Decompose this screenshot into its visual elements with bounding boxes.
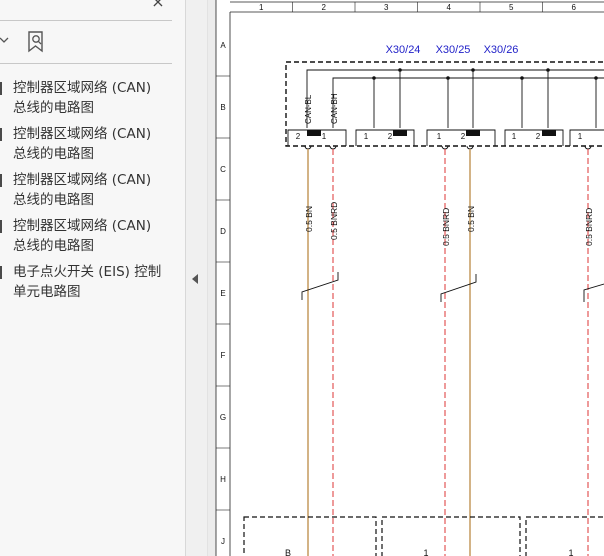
bookmark-marker-icon bbox=[0, 174, 2, 187]
pin-number: 2 bbox=[296, 132, 301, 141]
pin-number: 1 bbox=[578, 132, 583, 141]
bookmark-label-line: 总线的电路图 bbox=[13, 146, 94, 162]
bookmark-label-line: 总线的电路图 bbox=[13, 192, 94, 208]
wire-label: 0.5 BN bbox=[466, 206, 476, 232]
grid-row-label: B bbox=[220, 103, 225, 112]
panel-divider bbox=[0, 63, 172, 64]
panel-splitter[interactable] bbox=[186, 0, 208, 556]
connector-label: X30/26 bbox=[484, 44, 519, 56]
document-view[interactable]: 1 2 3 4 5 6 A B C D E F G H J X30/24 X30/25 X30/26 CA… bbox=[208, 0, 604, 556]
bookmark-label: 控制器区域网络 (CAN) 总线的电路图 bbox=[13, 124, 175, 164]
bookmark-label-line: 总线的电路图 bbox=[13, 238, 94, 254]
pin-number: 1 bbox=[364, 132, 369, 141]
wire-label: 0.5 BN bbox=[304, 206, 314, 232]
grid-row-label: G bbox=[220, 413, 226, 422]
bookmark-label: 控制器区域网络 (CAN) 总线的电路图 bbox=[13, 216, 175, 256]
grid-row-label: F bbox=[221, 351, 226, 360]
connector-label: X30/24 bbox=[386, 44, 421, 56]
grid-column-label: 3 bbox=[384, 3, 389, 12]
pin-number: 1 bbox=[322, 132, 327, 141]
circuit-schematic: 1 2 3 4 5 6 A B C D E F G H J X30/24 X30/25 X30/26 CA… bbox=[208, 0, 604, 556]
pin-number: 1 bbox=[437, 132, 442, 141]
bookmark-marker-icon bbox=[0, 82, 2, 95]
chevron-down-icon[interactable] bbox=[0, 36, 10, 46]
bookmark-label: 电子点火开关 (EIS) 控制 单元电路图 bbox=[13, 262, 175, 302]
close-icon[interactable]: × bbox=[150, 0, 166, 10]
wire-label: 0.5 BNRD bbox=[329, 202, 339, 240]
bookmark-marker-icon bbox=[0, 266, 2, 279]
grid-column-label: 2 bbox=[322, 3, 327, 12]
bookmark-search-icon[interactable] bbox=[26, 30, 48, 54]
pin-number: 1 bbox=[512, 132, 517, 141]
bookmarks-panel: × 控制器区域网络 (CAN) 总线的电路图 控制器区域网络 (CAN) 总线的… bbox=[0, 0, 186, 556]
grid-column-label: 1 bbox=[259, 3, 264, 12]
bookmark-label-line: 电子点火开关 (EIS) 控制 bbox=[13, 264, 162, 280]
connector-label: X30/25 bbox=[436, 44, 471, 56]
component-label: 1 bbox=[423, 548, 428, 556]
pin-number: 2 bbox=[536, 132, 541, 141]
bookmark-marker-icon bbox=[0, 128, 2, 141]
panel-divider bbox=[0, 20, 172, 21]
can-bus-label: CAN-BH bbox=[330, 93, 339, 124]
grid-row-label: D bbox=[220, 227, 226, 236]
wire-label: 0.5 BNRD bbox=[584, 208, 594, 246]
collapse-arrow-icon[interactable] bbox=[192, 274, 198, 284]
bookmark-label-line: 控制器区域网络 (CAN) bbox=[13, 172, 152, 188]
grid-row-label: H bbox=[220, 475, 226, 484]
bookmark-label-line: 控制器区域网络 (CAN) bbox=[13, 126, 152, 142]
grid-column-label: 6 bbox=[572, 3, 577, 12]
pin-number: 2 bbox=[461, 132, 466, 141]
pin-number: 2 bbox=[388, 132, 393, 141]
bookmark-label-line: 控制器区域网络 (CAN) bbox=[13, 218, 152, 234]
grid-row-label: A bbox=[220, 41, 226, 50]
grid-column-label: 5 bbox=[509, 3, 514, 12]
bookmark-label-line: 单元电路图 bbox=[13, 284, 81, 300]
grid-row-label: C bbox=[220, 165, 226, 174]
grid-column-label: 4 bbox=[447, 3, 452, 12]
bookmark-label: 控制器区域网络 (CAN) 总线的电路图 bbox=[13, 78, 175, 118]
bookmark-label-line: 总线的电路图 bbox=[13, 100, 94, 116]
can-bus-label: CAN-BL bbox=[304, 94, 313, 124]
bookmark-marker-icon bbox=[0, 220, 2, 233]
bookmark-label: 控制器区域网络 (CAN) 总线的电路图 bbox=[13, 170, 175, 210]
grid-row-label: J bbox=[221, 537, 225, 546]
bookmark-label-line: 控制器区域网络 (CAN) bbox=[13, 80, 152, 96]
grid-row-label: E bbox=[220, 289, 225, 298]
component-label: B bbox=[285, 548, 291, 556]
wire-label: 0.5 BNRD bbox=[441, 208, 451, 246]
component-label: 1 bbox=[568, 548, 573, 556]
